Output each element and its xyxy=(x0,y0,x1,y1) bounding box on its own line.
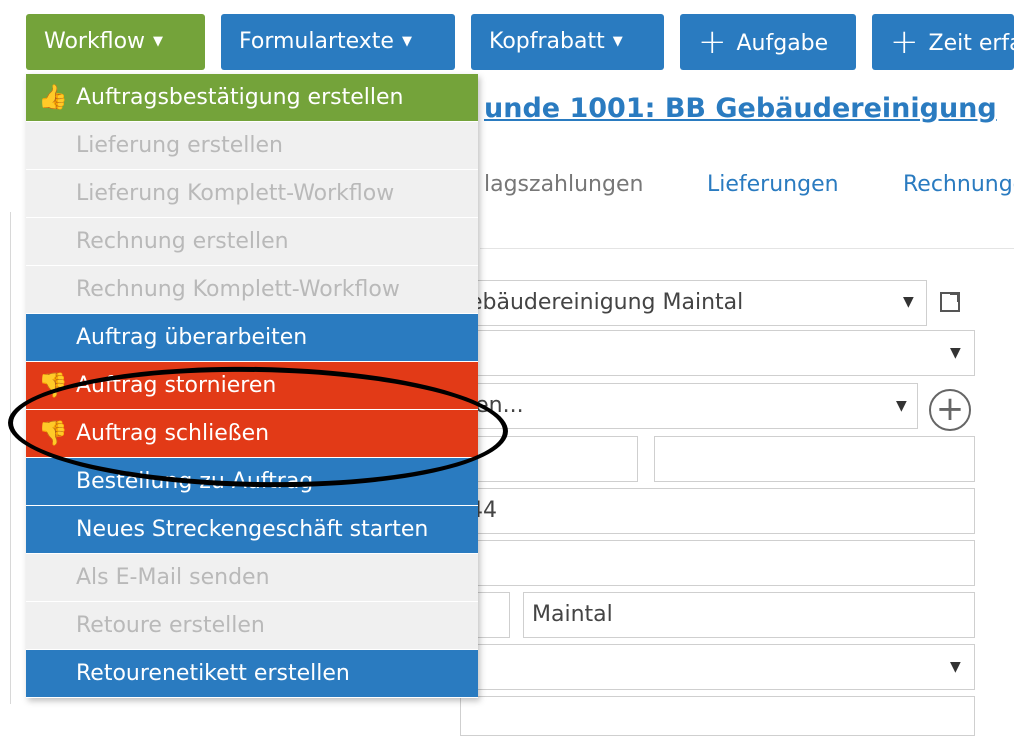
tab-lieferungen[interactable]: Lieferungen xyxy=(707,172,839,197)
menu-item-label: Retoure erstellen xyxy=(76,613,265,638)
menu-item-label: Lieferung Komplett-Workflow xyxy=(76,181,394,206)
customer-value: ebäudereinigung Maintal xyxy=(469,290,743,315)
menu-item-label: Rechnung Komplett-Workflow xyxy=(76,277,400,302)
input-field-b[interactable] xyxy=(654,436,975,482)
tab-rechnungen[interactable]: Rechnungen xyxy=(903,172,1014,197)
plus-icon: + xyxy=(890,22,919,62)
menu-item-label: Lieferung erstellen xyxy=(76,133,283,158)
menu-item-label: Auftrag überarbeiten xyxy=(76,325,307,350)
menu-item-schliessen[interactable]: 👎 Auftrag schließen xyxy=(26,410,478,458)
menu-item-lieferung[interactable]: Lieferung erstellen xyxy=(26,122,478,170)
input-field-a[interactable] xyxy=(460,436,638,482)
menu-item-rechnung[interactable]: Rechnung erstellen xyxy=(26,218,478,266)
menu-item-label: Auftragsbestätigung erstellen xyxy=(76,85,403,110)
menu-item-bestellung[interactable]: Bestellung zu Auftrag xyxy=(26,458,478,506)
thumbs-down-icon: 👎 xyxy=(38,362,68,409)
menu-item-streckengeschaeft[interactable]: Neues Streckengeschäft starten xyxy=(26,506,478,554)
select-field-2[interactable] xyxy=(460,330,975,376)
thumbs-up-icon: 👍 xyxy=(38,74,68,121)
select-field-last[interactable] xyxy=(460,644,975,690)
page-title[interactable]: unde 1001: BB Gebäudereinigung xyxy=(484,93,997,124)
menu-item-label: Neues Streckengeschäft starten xyxy=(76,517,428,542)
menu-item-label: Retourenetikett erstellen xyxy=(76,661,350,686)
formulartexte-label: Formulartexte xyxy=(239,29,394,54)
chevron-down-icon[interactable]: ▼ xyxy=(950,659,961,675)
phone-field[interactable]: 44 xyxy=(460,488,975,534)
tab-anzahlungen[interactable]: lagszahlungen xyxy=(484,172,643,197)
city-value: Maintal xyxy=(532,602,613,627)
chevron-down-icon[interactable]: ▼ xyxy=(903,294,914,310)
chevron-down-icon[interactable]: ▼ xyxy=(896,398,907,414)
zeit-label: Zeit erfassen xyxy=(929,31,1014,56)
chevron-down-icon[interactable]: ▼ xyxy=(950,345,961,361)
workflow-menu: 👍 Auftragsbestätigung erstellen Lieferung… xyxy=(26,74,478,698)
menu-item-label: Auftrag stornieren xyxy=(76,373,276,398)
menu-item-label: Auftrag schließen xyxy=(76,421,269,446)
caret-down-icon: ▼ xyxy=(613,34,623,49)
thumbs-down-icon: 👎 xyxy=(38,410,68,457)
tab-divider xyxy=(480,248,1014,249)
formulartexte-button[interactable]: Formulartexte ▼ xyxy=(221,14,455,70)
menu-item-lieferung-workflow[interactable]: Lieferung Komplett-Workflow xyxy=(26,170,478,218)
menu-item-label: Rechnung erstellen xyxy=(76,229,289,254)
external-link-icon[interactable] xyxy=(940,292,960,312)
menu-item-retourenetikett[interactable]: Retourenetikett erstellen xyxy=(26,650,478,698)
plus-icon: + xyxy=(698,22,727,62)
input-field-c[interactable] xyxy=(460,540,975,586)
customer-select[interactable]: ebäudereinigung Maintal xyxy=(460,280,927,326)
menu-item-label: Bestellung zu Auftrag xyxy=(76,469,313,494)
workflow-button[interactable]: Workflow ▼ xyxy=(26,14,205,70)
menu-item-auftragsbestaetigung[interactable]: 👍 Auftragsbestätigung erstellen xyxy=(26,74,478,122)
menu-item-ueberarbeiten[interactable]: Auftrag überarbeiten xyxy=(26,314,478,362)
menu-item-rechnung-workflow[interactable]: Rechnung Komplett-Workflow xyxy=(26,266,478,314)
menu-item-retoure[interactable]: Retoure erstellen xyxy=(26,602,478,650)
contact-select[interactable]: len... xyxy=(460,383,918,429)
city-field[interactable]: Maintal xyxy=(523,592,975,638)
kopfrabatt-label: Kopfrabatt xyxy=(489,29,605,54)
menu-item-email[interactable]: Als E-Mail senden xyxy=(26,554,478,602)
kopfrabatt-button[interactable]: Kopfrabatt ▼ xyxy=(471,14,664,70)
menu-item-label: Als E-Mail senden xyxy=(76,565,270,590)
input-field-bottom[interactable] xyxy=(460,696,975,736)
caret-down-icon: ▼ xyxy=(153,34,163,49)
panel-border xyxy=(10,212,11,704)
add-zeit-button[interactable]: + Zeit erfassen xyxy=(872,14,1014,70)
add-contact-icon[interactable]: + xyxy=(929,389,971,431)
add-aufgabe-button[interactable]: + Aufgabe xyxy=(680,14,856,70)
menu-item-stornieren[interactable]: 👎 Auftrag stornieren xyxy=(26,362,478,410)
workflow-label: Workflow xyxy=(44,29,145,54)
caret-down-icon: ▼ xyxy=(402,34,412,49)
aufgabe-label: Aufgabe xyxy=(737,31,829,56)
